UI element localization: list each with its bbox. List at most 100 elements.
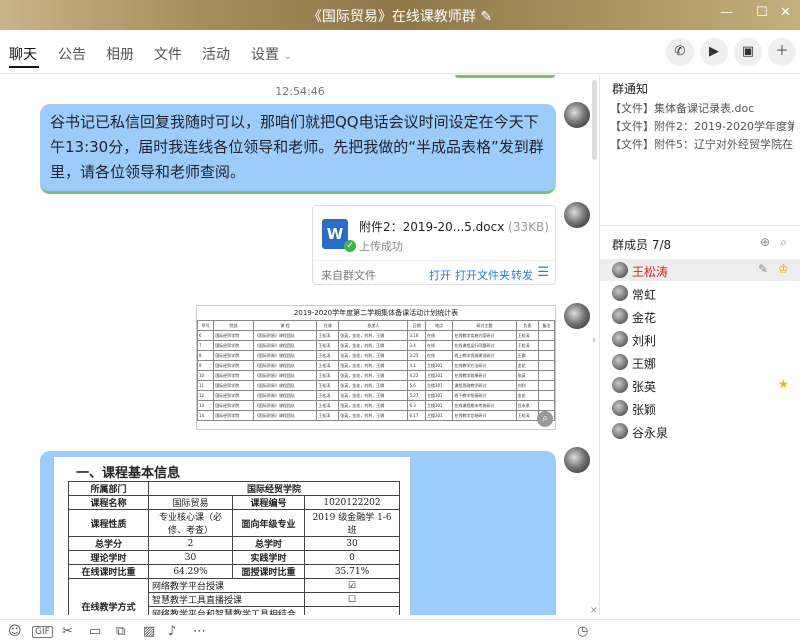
avatar[interactable] [564,202,590,228]
sheet-cell: 在线 [424,350,454,361]
close-input-icon[interactable]: ✕ [590,606,598,616]
image-icon[interactable]: ▨ [143,624,155,639]
sheet-cell: 《国际贸易》课程团队 [252,400,318,411]
chat-area[interactable]: 12:54:46 谷书记已私信回复我随时可以，那咱们就把QQ电话会议时间设定在今… [0,75,600,615]
avatar[interactable] [564,102,590,128]
check-icon: ✓ [344,240,356,252]
document-image[interactable]: 一、课程基本信息 所属部门 国际经贸学院 课程名称 国际贸易 课程编号 1020… [54,457,410,615]
search-icon[interactable]: ⌕ [780,235,787,250]
doc-cell: 64.29% [148,564,233,579]
emoji-icon[interactable]: ☺ [8,624,22,639]
sheet-cell: 王松涛 [515,410,539,421]
video-call-button[interactable]: ▶ [700,38,728,66]
sheet-body: 6 国际经贸学院 《国际贸易》课程团队 王松涛 张英，金花，刘利，王娜 3.16 在线 在线教… [196,330,556,421]
sheet-header-cell: 日期 [407,320,426,331]
history-clock-icon[interactable]: ◷ [577,624,588,639]
edit-icon[interactable]: ✎ [758,262,768,276]
doc-checkbox: ☑ [304,578,400,593]
member-item[interactable]: 张颖 [600,397,800,419]
sheet-cell: 王松涛 [316,380,340,391]
member-item[interactable]: 金花 [600,305,800,327]
sheet-header-cell: 备注 [537,320,556,331]
screen-share-button[interactable]: ▣ [734,38,762,66]
owner-crown-icon: ♔ [778,262,789,276]
sheet-row: 11 国际经贸学院 《国际贸易》课程团队 王松涛 张英，金花，刘利，王娜 5.6 主楼301… [196,380,556,391]
member-add-icon[interactable]: ⊕ [760,235,770,249]
notice-item[interactable]: 【文件】附件5：辽宁对外经贸学院在线... [610,136,794,152]
more-menu-icon[interactable]: ☰ [537,265,549,280]
course-info-table: 所属部门 国际经贸学院 课程名称 国际贸易 课程编号 1020122202 课程… [68,481,400,615]
add-member-button[interactable]: ＋ [768,38,796,66]
member-item[interactable]: 张英 ★ [600,374,800,396]
sheet-cell: 王松涛 [316,360,340,371]
sheet-cell: 张英，金花，刘利，王娜 [338,390,409,401]
sheet-header-cell: 序号 [196,320,215,331]
sheet-row: 14 国际经贸学院 《国际贸易》课程团队 王松涛 张英，金花，刘利，王娜 6.17 主楼30… [196,410,556,421]
collapse-panel-icon[interactable]: › [592,335,596,346]
sheet-cell: 王松涛 [515,330,539,341]
divider [600,225,800,226]
sheet-cell: 国际经贸学院 [213,410,254,421]
sheet-cell: 金花 [515,390,539,401]
sheet-header-cell: 地点 [424,320,454,331]
sheet-cell: 在线 [424,340,454,351]
message-bubble[interactable]: 谷书记已私信回复我随时可以，那咱们就把QQ电话会议时间设定在今天下午13:30分… [40,104,556,194]
doc-cell: 2 [148,536,233,551]
divider [313,260,555,261]
avatar[interactable] [564,303,590,329]
member-item[interactable]: 刘利 [600,328,800,350]
spreadsheet-image[interactable]: 2019-2020学年度第二学期集体备课活动计划统计表 序号 院部课 程任课 参加人… [196,305,556,430]
open-folder-link[interactable]: 打开文件夹 [455,267,510,283]
member-item[interactable]: 王松涛 ✎ ♔ [600,259,800,281]
avatar [612,354,628,370]
doc-cell: 课程名称 [68,495,149,510]
sheet-cell: 在线课程期末考核研讨 [452,400,517,411]
sheet-cell: 6.3 [407,400,426,411]
sheet-cell: 王娜 [515,350,539,361]
open-file-link[interactable]: 打开 [429,267,451,283]
more-icon[interactable]: ⋯ [193,624,206,639]
tab-files[interactable]: 文件 [154,44,182,64]
sheet-cell: 张英，金花，刘利，王娜 [338,410,409,421]
sheet-cell: 王松涛 [316,390,340,401]
scissors-icon[interactable]: ✂ [62,624,73,639]
member-item[interactable]: 王娜 [600,351,800,373]
member-item[interactable]: 常虹 [600,282,800,304]
close-button[interactable]: ✕ [780,5,791,20]
doc-cell: 智慧教学工具直播授课 [148,592,305,607]
gif-icon[interactable]: GIF [32,626,53,638]
forward-link[interactable]: 转发 [511,267,533,283]
folder-icon[interactable]: ▭ [89,624,101,639]
maximize-button[interactable]: ☐ [756,5,768,20]
edit-title-icon[interactable]: ✎ [480,9,492,25]
phone-call-button[interactable]: ✆ [666,38,694,66]
bell-icon[interactable]: ♪ [168,624,176,639]
sheet-cell: 国际经贸学院 [213,360,254,371]
sheet-cell: 在线教学实施方案研讨 [452,330,517,341]
sheet-cell: 王松涛 [316,350,340,361]
doc-heading: 一、课程基本信息 [76,466,181,481]
tab-announcement[interactable]: 公告 [58,44,86,64]
notice-title: 群通知 [612,82,649,96]
doc-cell: 课程编号 [232,495,305,510]
avatar[interactable] [564,447,590,473]
tab-album[interactable]: 相册 [106,44,134,64]
tab-activity[interactable]: 活动 [202,44,230,64]
sheet-cell: 3.16 [407,330,426,341]
minimize-button[interactable]: — [720,5,733,20]
chat-scrollbar[interactable] [592,80,597,160]
member-item[interactable]: 谷永泉 [600,420,800,442]
tab-settings[interactable]: 设置 ⌄ [251,44,292,64]
zoom-icon[interactable]: ⌕ [537,411,553,427]
sheet-cell: 国际经贸学院 [213,330,254,341]
tab-chat[interactable]: 聊天 [9,44,37,64]
sheet-cell: 3.25 [407,350,426,361]
file-card[interactable]: W ✓ 附件2：2019-20...5.docx (33KB) 上传成功 来自群… [312,205,556,285]
screenshot-icon[interactable]: ⧉ [116,624,125,639]
sheet-cell: 国际经贸学院 [213,340,254,351]
notice-item[interactable]: 【文件】附件2：2019-2020学年度第二... [610,118,794,134]
sheet-header-row: 序号 院部课 程任课 参加人 日期 地点 研讨主题 负责 备注 [196,320,556,331]
sheet-cell [537,340,556,351]
notice-item[interactable]: 【文件】集体备课记录表.doc [610,100,794,116]
message-time: 12:54:46 [275,85,325,98]
